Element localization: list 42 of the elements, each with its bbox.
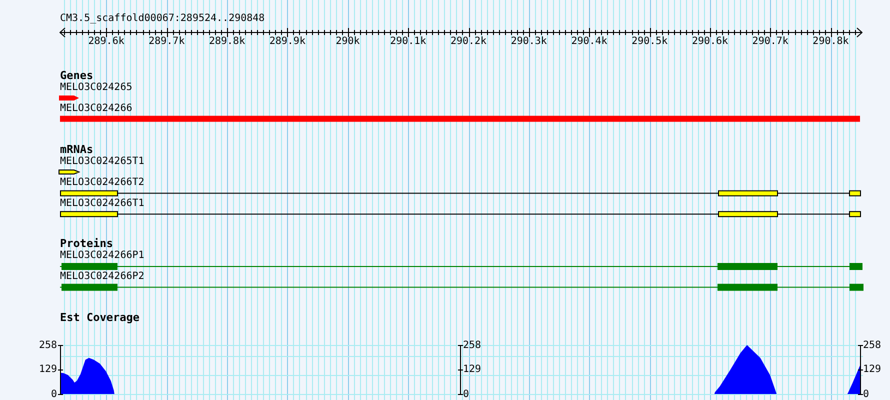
axis-label: 258 xyxy=(863,340,882,350)
axis-label: 0 xyxy=(463,388,470,400)
tick-label: 289.6k xyxy=(88,36,124,48)
axis-label: 0 xyxy=(863,388,870,400)
axis-label: 258 xyxy=(38,340,57,350)
feature-label: MELO3C024266P2 xyxy=(60,270,144,283)
tick-label: 290.1k xyxy=(390,36,426,48)
axis-label: 129 xyxy=(863,364,882,375)
tick-label: 290.6k xyxy=(692,36,728,48)
y-axis xyxy=(58,344,64,395)
feature-label: MELO3C024266P1 xyxy=(60,250,144,262)
axis-label: 258 xyxy=(463,340,482,350)
track-title: Est Coverage xyxy=(60,312,140,324)
tick-label: 290.7k xyxy=(752,36,788,48)
coverage-peak-drawing xyxy=(60,358,114,394)
axis-label: 129 xyxy=(38,364,57,375)
tick-label: 289.9k xyxy=(269,36,306,48)
track-title: Proteins xyxy=(60,238,113,250)
feature-label: MELO3C024266T1 xyxy=(60,198,144,210)
tick-label: 290.3k xyxy=(510,36,547,48)
tick-label: 290.4k xyxy=(571,36,608,48)
transcript-arrow xyxy=(58,170,80,174)
axis-label: 129 xyxy=(463,364,482,375)
coverage-peak-drawing xyxy=(714,345,777,394)
track-title: Genes xyxy=(60,70,94,82)
tick-label: 289.8k xyxy=(208,36,246,48)
tick-label: 290.8k xyxy=(812,36,849,48)
coverage-peak-drawing xyxy=(847,366,860,394)
feature-label: MELO3C024266T2 xyxy=(60,176,144,189)
ruler-title: CM3.5_scaffold00067:289524..290848 xyxy=(60,13,265,25)
feature-label: MELO3C024265 xyxy=(60,82,132,94)
feature-label: MELO3C024265T1 xyxy=(60,156,144,168)
tick-label: 289.7k xyxy=(148,36,185,48)
tick-label: 290k xyxy=(336,36,360,48)
axis-label: 0 xyxy=(50,388,57,400)
tick-label: 290.5k xyxy=(632,36,668,48)
gene-arrow xyxy=(59,96,79,100)
y-axis xyxy=(458,344,464,395)
y-axis xyxy=(858,344,864,395)
tick-label: 290.2k xyxy=(450,36,487,48)
track-title: mRNAs xyxy=(60,144,94,156)
feature-label: MELO3C024266 xyxy=(60,102,132,115)
